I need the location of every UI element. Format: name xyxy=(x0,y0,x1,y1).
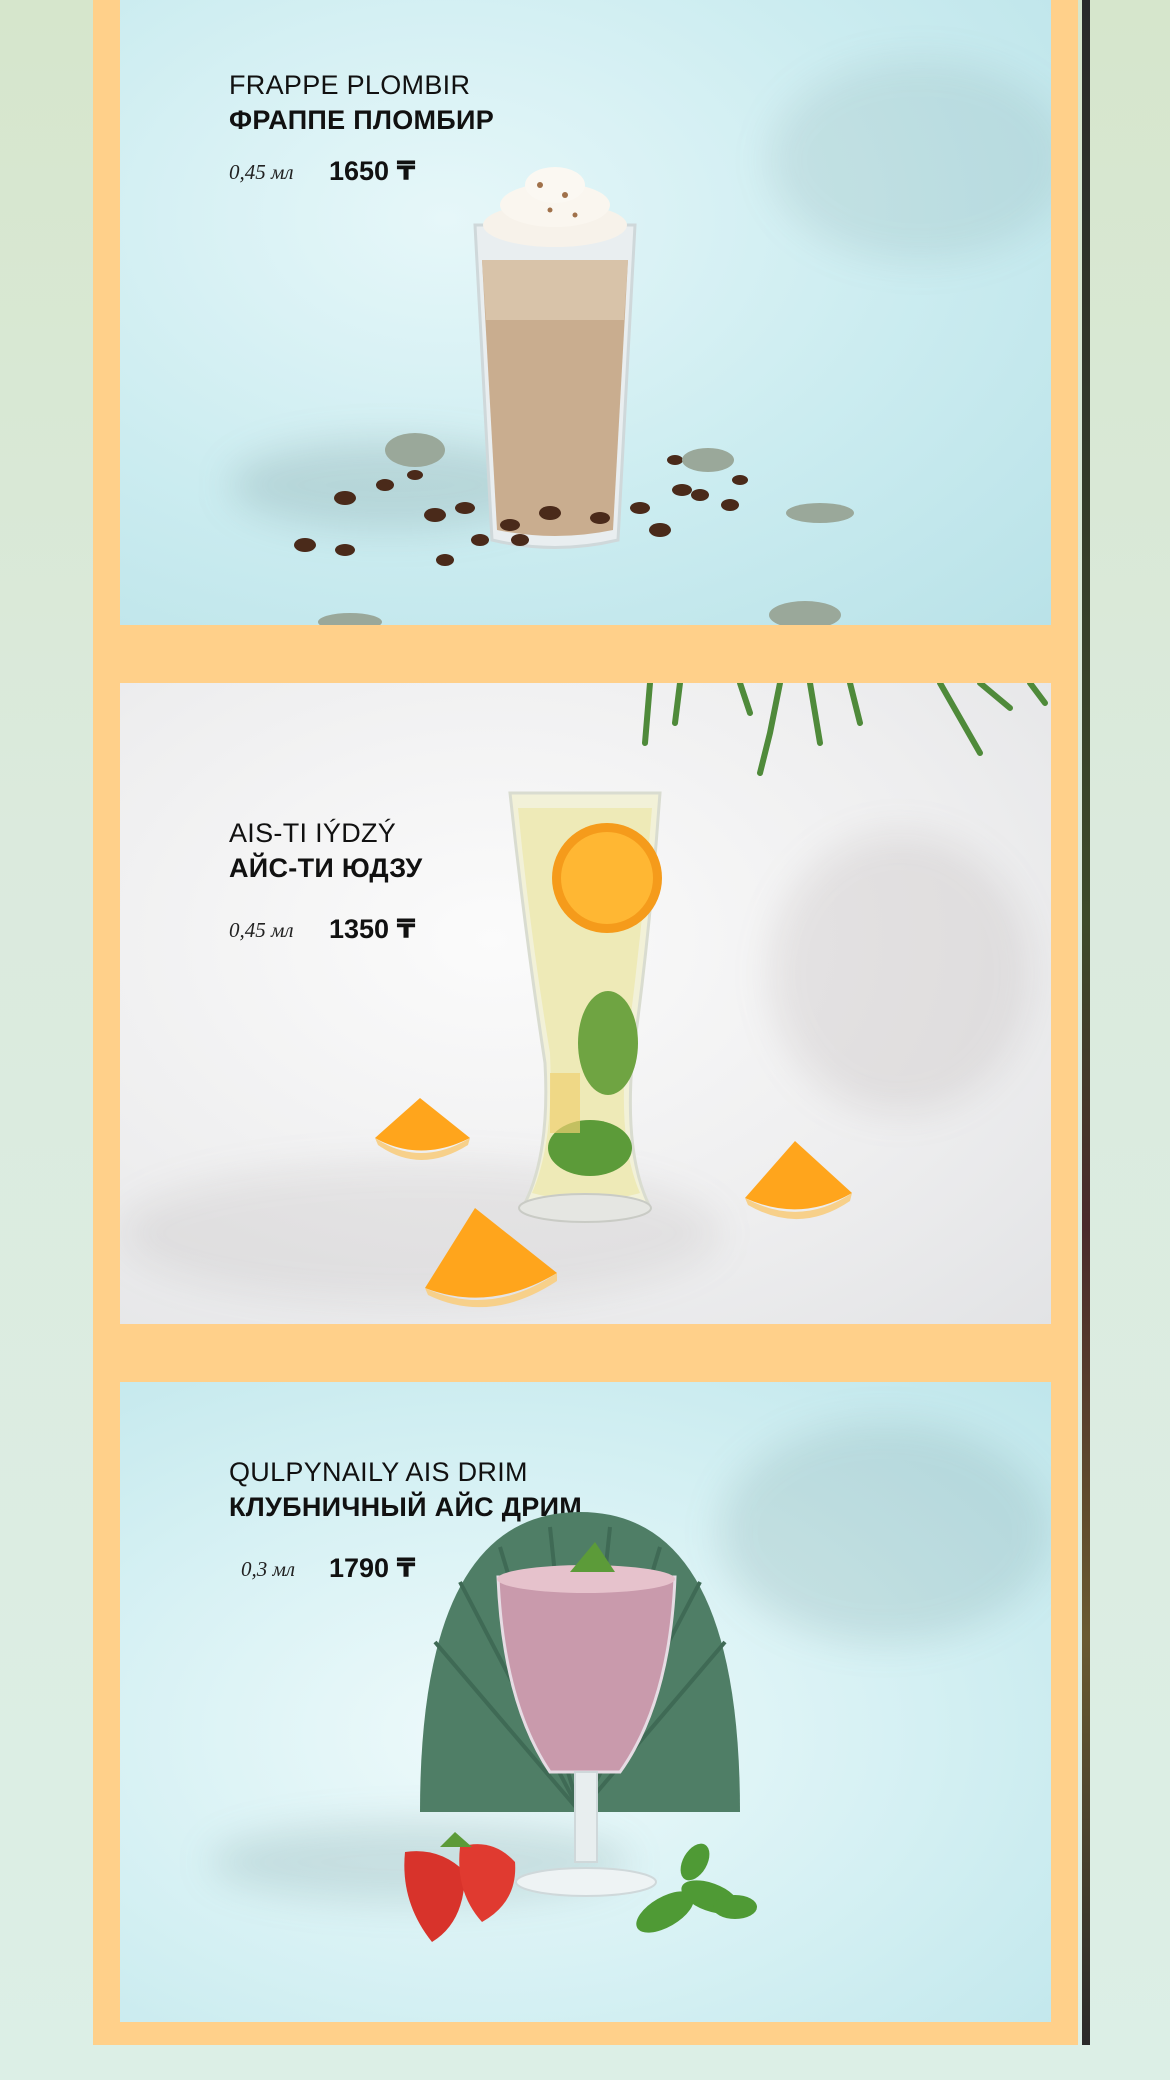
menu-card-ice-tea-yuzu[interactable]: AIS-TI IÝDZÝ АЙС-ТИ ЮДЗУ 0,45 мл 1350 ₸ xyxy=(120,683,1051,1324)
iced-tea-glass-photo xyxy=(375,683,1048,1308)
item-name-latin: FRAPPE PLOMBIR xyxy=(229,70,471,100)
frappe-glass-photo xyxy=(294,167,854,625)
right-edge-strip xyxy=(1082,0,1090,2045)
menu-card-frappe-plombir[interactable]: FRAPPE PLOMBIR ФРАППЕ ПЛОМБИР 0,45 мл 16… xyxy=(120,0,1051,625)
menu-card-strawberry-ice-dream[interactable]: QULPYNAILY AIS DRIM КЛУБНИЧНЫЙ АЙС ДРИМ … xyxy=(120,1382,1051,2022)
strawberry-dream-glass-photo xyxy=(404,1512,757,1942)
